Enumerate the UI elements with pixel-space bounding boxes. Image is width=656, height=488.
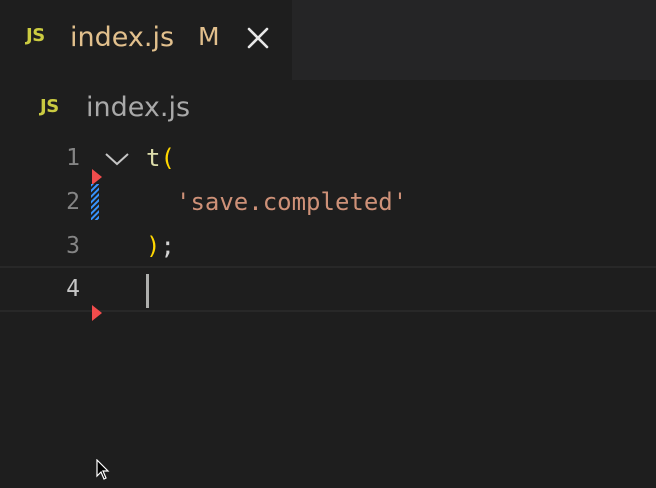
code-editor[interactable]: 1 t( 2 'save.completed' 3 ); 4 [0, 136, 656, 488]
bracket-token: ) [146, 232, 161, 260]
tab-index-js[interactable]: JS index.js M [0, 0, 292, 80]
breadcrumb-file-name[interactable]: index.js [86, 92, 190, 123]
editor-window: JS index.js M JS index.js 1 t( 2 'save.c… [0, 0, 656, 488]
function-token: t [146, 144, 161, 172]
mouse-pointer-icon [96, 459, 110, 480]
text-cursor [146, 274, 149, 308]
javascript-file-icon: JS [26, 25, 45, 46]
code-text: 'save.completed' [176, 180, 407, 224]
close-icon[interactable] [246, 26, 270, 50]
javascript-file-icon: JS [40, 96, 59, 117]
deleted-lines-marker-icon[interactable] [90, 304, 104, 322]
string-token: 'save.completed' [176, 188, 408, 216]
line-number: 4 [66, 276, 80, 302]
code-line-3[interactable]: 3 ); [0, 224, 656, 268]
added-lines-marker-icon[interactable] [91, 184, 99, 220]
chevron-down-icon[interactable] [104, 148, 130, 168]
bracket-token: ( [160, 144, 175, 172]
tab-label: index.js [70, 22, 175, 53]
breadcrumb: JS index.js [0, 80, 656, 136]
tab-bar: JS index.js M [0, 0, 656, 80]
code-text: ); [146, 224, 175, 268]
line-number: 1 [66, 145, 80, 171]
semicolon-token: ; [160, 232, 175, 260]
line-number: 2 [66, 189, 80, 215]
modified-badge: M [198, 22, 220, 51]
line-number: 3 [66, 233, 80, 259]
code-text: t( [146, 136, 175, 180]
